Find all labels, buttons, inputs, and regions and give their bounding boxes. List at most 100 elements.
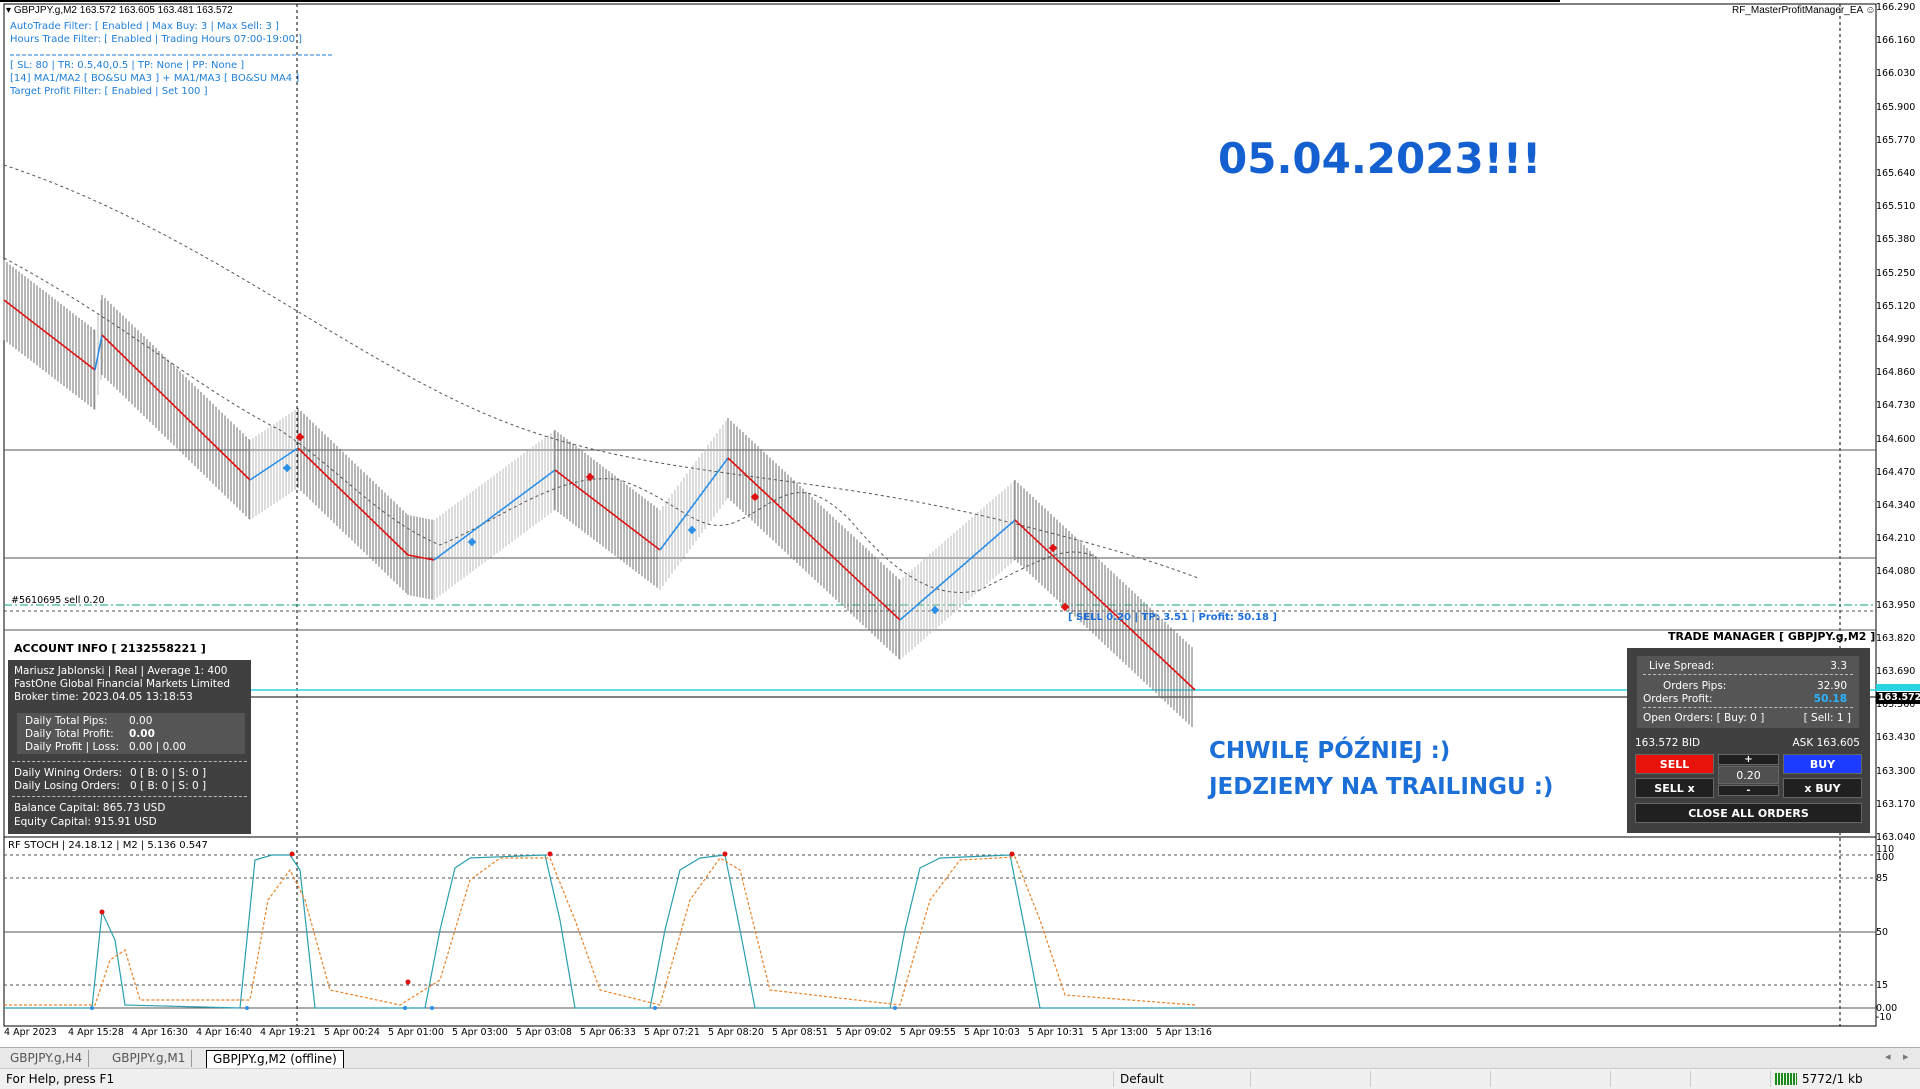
status-bar: For Help, press F1 Default 5772/1 kb	[0, 1068, 1920, 1089]
buy-button[interactable]: BUY	[1783, 754, 1862, 774]
chart-tab-bar: GBPJPY.g,H4 GBPJPY.g,M1 GBPJPY.g,M2 (off…	[0, 1047, 1920, 1068]
time-tick-label: 4 Apr 15:28	[68, 1027, 124, 1038]
smiley-icon: ☺	[1865, 5, 1876, 16]
equity-capital: Equity Capital: 915.91 USD	[14, 816, 157, 828]
price-tick-label: 164.340	[1876, 500, 1916, 511]
price-tick-label: 166.030	[1876, 68, 1916, 80]
account-separator-1	[12, 761, 247, 762]
lot-decrease-button[interactable]: -	[1718, 785, 1779, 796]
time-tick-label: 5 Apr 10:03	[964, 1027, 1020, 1038]
price-tick-label: 165.640	[1876, 168, 1916, 179]
orders-pips-value: 32.90	[1816, 680, 1847, 692]
daily-pl-label: Daily Profit | Loss:	[25, 741, 120, 753]
status-divider	[1690, 1071, 1691, 1087]
trade-stats-sep-2	[1643, 707, 1853, 708]
status-divider	[1250, 1071, 1251, 1087]
chart-symbol-header: ▾ GBPJPY.g,M2 163.572 163.605 163.481 16…	[6, 5, 233, 16]
status-help: For Help, press F1	[6, 1072, 115, 1086]
winning-label: Daily Wining Orders:	[14, 767, 123, 779]
price-tick-label: 166.290	[1876, 2, 1916, 13]
close-sell-button[interactable]: SELL x	[1635, 778, 1714, 798]
status-divider	[1610, 1071, 1611, 1087]
account-name: Mariusz Jablonski | Real | Average 1: 40…	[14, 665, 228, 677]
price-tick-label: 165.250	[1876, 267, 1916, 279]
spread-label: Live Spread:	[1649, 660, 1715, 672]
signal-marker	[1060, 602, 1070, 612]
ea-info-panel: AutoTrade Filter: [ Enabled | Max Buy: 3…	[10, 20, 302, 98]
stoch-tick-label: 50	[1876, 927, 1889, 938]
signal-marker	[930, 605, 940, 615]
stoch-signal-line	[4, 856, 1196, 1006]
daily-pips-value: 0.00	[129, 715, 153, 727]
signal-marker	[687, 525, 697, 535]
sell-button[interactable]: SELL	[1635, 754, 1714, 774]
downtrend-segment	[727, 457, 901, 621]
trade-manager-panel: Live Spread: 3.3 Orders Pips: 32.90 Orde…	[1627, 648, 1870, 833]
balance-capital: Balance Capital: 865.73 USD	[14, 802, 166, 814]
daily-pips-label: Daily Total Pips:	[25, 715, 108, 727]
current-price-label: 163.572	[1878, 692, 1920, 703]
tab-scroll-left-icon[interactable]: ◂	[1885, 1050, 1891, 1063]
price-tick-label: 165.510	[1876, 201, 1916, 213]
price-tick-label: 163.040	[1876, 832, 1916, 843]
tab-gbpjpy-m2-offline[interactable]: GBPJPY.g,M2 (offline)	[206, 1050, 344, 1068]
time-tick-label: 5 Apr 09:55	[900, 1027, 956, 1038]
symbol-quote: GBPJPY.g,M2 163.572 163.605 163.481 163.…	[13, 5, 233, 16]
info-target: Target Profit Filter: [ Enabled | Set 10…	[10, 86, 208, 97]
order-status-label: [ SELL 0.20 | TP: 3.51 | Profit: 50.18 ]	[1068, 612, 1278, 623]
order-label[interactable]: #5610695 sell 0.20	[11, 595, 105, 606]
tab-gbpjpy-m1[interactable]: GBPJPY.g,M1	[106, 1050, 193, 1067]
ask-price: ASK 163.605	[1792, 737, 1861, 749]
price-tick-label: 164.990	[1876, 334, 1916, 345]
signal-marker	[467, 537, 477, 547]
status-traffic: 5772/1 kb	[1802, 1072, 1863, 1086]
price-tick-label: 163.300	[1876, 765, 1916, 777]
collapse-icon[interactable]: ▾	[6, 5, 11, 16]
status-profile[interactable]: Default	[1120, 1072, 1164, 1086]
downtrend-segment	[554, 469, 661, 551]
annotation-line-1: CHWILĘ PÓŹNIEJ :)	[1209, 738, 1451, 764]
price-tick-label: 163.950	[1876, 599, 1916, 611]
spread-value: 3.3	[1830, 660, 1847, 672]
stoch-tick-label: 100	[1876, 852, 1895, 863]
signal-marker	[295, 432, 305, 442]
trade-stats-sep	[1643, 674, 1853, 675]
daily-profit-value: 0.00	[129, 728, 155, 740]
info-sl-tp: [ SL: 80 | TR: 0.5,40,0.5 | TP: None | P…	[10, 60, 245, 71]
time-tick-label: 4 Apr 2023	[4, 1027, 57, 1038]
orders-profit-value: 50.18	[1813, 693, 1847, 705]
status-divider	[1490, 1071, 1491, 1087]
winning-value: 0 [ B: 0 | S: 0 ]	[130, 767, 207, 779]
annotation-line-2: JEDZIEMY NA TRAILINGU :)	[1209, 774, 1554, 800]
time-tick-label: 5 Apr 09:02	[836, 1027, 892, 1038]
time-tick-label: 4 Apr 16:40	[196, 1027, 252, 1038]
orders-profit-label: Orders Profit:	[1643, 693, 1713, 705]
trade-manager-title: TRADE MANAGER [ GBPJPY.g,M2 ]	[1668, 630, 1876, 643]
time-tick-label: 5 Apr 13:16	[1156, 1027, 1212, 1038]
expert-header[interactable]: RF_MasterProfitManager_EA ☺	[1732, 5, 1876, 16]
open-orders-sell: [ Sell: 1 ]	[1803, 712, 1851, 724]
time-tick-label: 5 Apr 06:33	[580, 1027, 636, 1038]
tab-gbpjpy-h4[interactable]: GBPJPY.g,H4	[4, 1050, 90, 1067]
downtrend-segment	[101, 334, 251, 481]
price-tick-label: 165.120	[1876, 300, 1916, 312]
bid-price: 163.572 BID	[1635, 737, 1701, 749]
price-chart[interactable]	[0, 0, 1920, 1047]
tab-scroll-right-icon[interactable]: ▸	[1903, 1050, 1909, 1063]
close-buy-button[interactable]: x BUY	[1783, 778, 1862, 798]
price-tick-label: 163.170	[1876, 798, 1916, 810]
lot-increase-button[interactable]: +	[1718, 754, 1779, 765]
lot-size-field[interactable]: 0.20	[1718, 766, 1779, 784]
price-tick-label: 163.430	[1876, 732, 1916, 744]
daily-profit-label: Daily Total Profit:	[25, 728, 114, 740]
orders-pips-label: Orders Pips:	[1663, 680, 1727, 692]
broker-name: FastOne Global Financial Markets Limited	[14, 678, 231, 690]
price-tick-label: 163.690	[1876, 666, 1916, 677]
broker-time: Broker time: 2023.04.05 13:18:53	[14, 691, 193, 703]
price-tick-label: 165.380	[1876, 234, 1916, 246]
price-tick-label: 164.210	[1876, 533, 1916, 545]
close-all-orders-button[interactable]: CLOSE ALL ORDERS	[1635, 803, 1862, 823]
daily-stats-box: Daily Total Pips: 0.00 Daily Total Profi…	[17, 713, 245, 754]
losing-label: Daily Losing Orders:	[14, 780, 120, 792]
info-autotrade: AutoTrade Filter: [ Enabled | Max Buy: 3…	[10, 21, 279, 32]
